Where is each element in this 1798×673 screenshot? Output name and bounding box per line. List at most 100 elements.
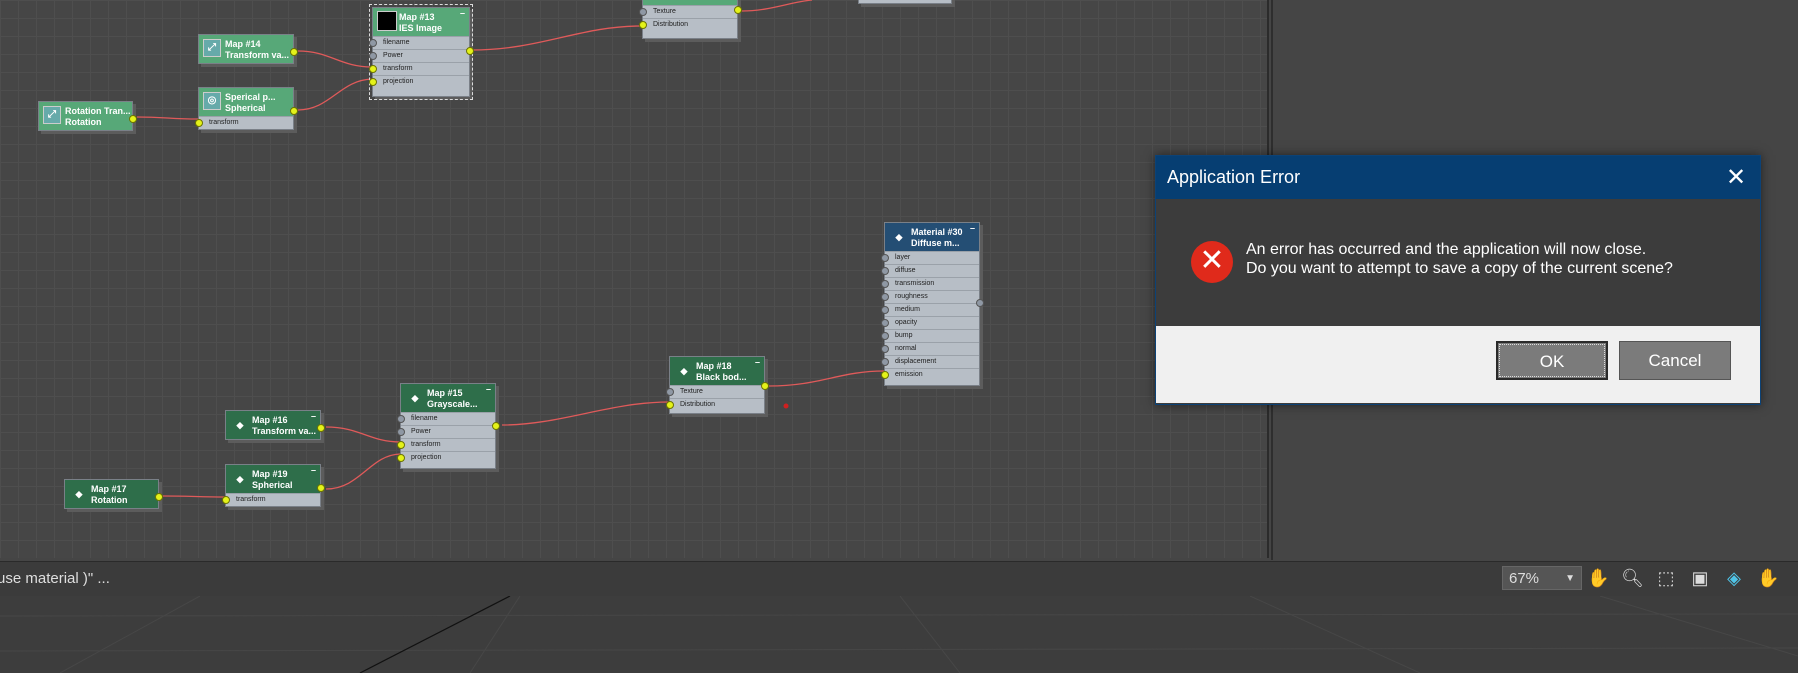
port[interactable]	[881, 358, 889, 366]
node-title: Map #15	[427, 388, 463, 398]
port[interactable]	[369, 39, 377, 47]
port[interactable]	[881, 319, 889, 327]
node-subtitle: Transform va...	[252, 426, 317, 436]
output-port[interactable]	[129, 115, 137, 123]
node-material30[interactable]: ◆ Material #30 Diffuse m... – layer diff…	[881, 222, 984, 386]
output-port[interactable]	[466, 47, 474, 55]
node-partial-top-right[interactable]	[858, 0, 952, 4]
node-map17[interactable]: ◆ Map #17 Rotation	[64, 479, 163, 509]
frame-selected-icon[interactable]: ▣	[1689, 567, 1711, 589]
wire	[136, 116, 199, 120]
port[interactable]	[666, 388, 674, 396]
zoom-magnifier-icon[interactable]: 🔍︎	[1621, 567, 1644, 589]
output-port[interactable]	[290, 48, 298, 56]
wire	[741, 0, 813, 12]
chevron-down-icon: ▼	[1565, 573, 1575, 584]
transform-icon: ⤢	[203, 39, 221, 57]
output-port[interactable]	[761, 382, 769, 390]
node-title: Map #19	[252, 469, 288, 479]
node-title: Sperical p...	[225, 92, 276, 102]
minimize-icon[interactable]: –	[755, 357, 760, 368]
zoom-dropdown[interactable]: 67% ▼	[1502, 566, 1582, 590]
port[interactable]	[369, 65, 377, 73]
port[interactable]	[369, 78, 377, 86]
port[interactable]	[881, 293, 889, 301]
dialog-title: Application Error	[1167, 167, 1301, 187]
port-row: Texture	[666, 385, 764, 398]
port[interactable]	[881, 306, 889, 314]
output-port[interactable]	[290, 107, 298, 115]
port-row: opacity	[881, 316, 979, 329]
output-port[interactable]	[734, 6, 742, 14]
port[interactable]	[195, 119, 203, 127]
port[interactable]	[881, 267, 889, 275]
node-subtitle: Diffuse m...	[911, 238, 960, 248]
node-subtitle: Grayscale...	[427, 399, 478, 409]
minimize-icon[interactable]: –	[970, 223, 975, 234]
pan-hand-icon[interactable]: ✋	[1587, 567, 1609, 589]
node-spherical-projection[interactable]: ◎ Sperical p... Spherical transform	[195, 87, 298, 130]
node-map16[interactable]: ◆ Map #16 Transform va... –	[225, 410, 325, 440]
port-row: normal	[881, 342, 979, 355]
minimize-icon[interactable]: –	[486, 384, 491, 395]
message-line: Do you want to attempt to save a copy of…	[1246, 260, 1673, 277]
port[interactable]	[397, 454, 405, 462]
port[interactable]	[397, 428, 405, 436]
port[interactable]	[397, 415, 405, 423]
wire	[501, 401, 670, 426]
port[interactable]	[397, 441, 405, 449]
dialog-titlebar: Application Error ✕	[1156, 156, 1760, 199]
port[interactable]	[881, 371, 889, 379]
port[interactable]	[639, 21, 647, 29]
port[interactable]	[881, 345, 889, 353]
node-partial-top[interactable]: Texture Distribution	[639, 0, 742, 39]
port[interactable]	[666, 401, 674, 409]
map-icon: ◆	[680, 366, 688, 376]
dialog-message: An error has occurred and the applicatio…	[1246, 240, 1673, 278]
application-error-dialog: Application Error ✕ ✕ An error has occur…	[1155, 155, 1761, 405]
map-icon: ◆	[75, 489, 83, 499]
port-row: transform	[222, 493, 320, 506]
output-port[interactable]	[317, 484, 325, 492]
output-port[interactable]	[155, 493, 163, 501]
map-icon: ◆	[236, 474, 244, 484]
cancel-button[interactable]: Cancel	[1619, 341, 1731, 380]
output-port[interactable]	[317, 424, 325, 432]
close-icon[interactable]: ✕	[1722, 156, 1750, 199]
node-subtitle: Transform va...	[225, 50, 290, 60]
output-port[interactable]	[976, 299, 984, 307]
node-map14[interactable]: ⤢ Map #14 Transform va...	[198, 34, 298, 64]
port-row: projection	[397, 451, 495, 464]
node-rotation-transform[interactable]: ⤢ Rotation Tran... Rotation	[38, 101, 137, 131]
node-title: Map #14	[225, 39, 261, 49]
transform-icon: ⤢	[43, 106, 61, 124]
node-subtitle: Spherical	[252, 480, 293, 490]
dialog-footer: OK Cancel	[1156, 326, 1760, 403]
node-map18[interactable]: ◆ Map #18 Black bod... – Texture Distrib…	[666, 356, 769, 414]
minimize-icon[interactable]: –	[311, 465, 316, 476]
dialog-body: ✕ An error has occurred and the applicat…	[1156, 199, 1760, 326]
node-title: Material #30	[911, 227, 963, 237]
material-icon: ◆	[895, 232, 903, 242]
port-row: projection	[369, 75, 469, 88]
port-row: diffuse	[881, 264, 979, 277]
wire	[768, 370, 885, 387]
node-map13[interactable]: Map #13 IES Image – filename Power trans…	[369, 4, 474, 100]
node-map19[interactable]: ◆ Map #19 Spherical – transform	[222, 464, 325, 507]
port[interactable]	[881, 332, 889, 340]
region-select-icon[interactable]: ⬚	[1655, 567, 1677, 589]
ok-button[interactable]: OK	[1496, 341, 1608, 380]
frame-all-icon[interactable]: ◈	[1723, 567, 1745, 589]
output-port[interactable]	[492, 422, 500, 430]
minimize-icon[interactable]: –	[460, 8, 465, 19]
node-subtitle: Rotation	[91, 495, 128, 505]
minimize-icon[interactable]: –	[311, 411, 316, 422]
port[interactable]	[222, 496, 230, 504]
port[interactable]	[881, 254, 889, 262]
port[interactable]	[881, 280, 889, 288]
pan-hand-active-icon[interactable]: ✋	[1757, 567, 1779, 589]
node-map15[interactable]: ◆ Map #15 Grayscale... – filename Power …	[397, 383, 500, 469]
map-icon: ◆	[411, 393, 419, 403]
port[interactable]	[639, 8, 647, 16]
port[interactable]	[369, 52, 377, 60]
